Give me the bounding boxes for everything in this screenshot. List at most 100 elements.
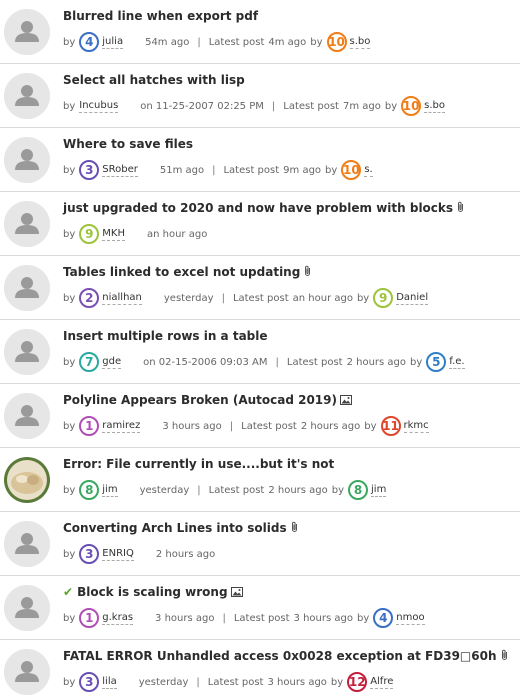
last-user-link[interactable]: f.e. [449, 356, 465, 369]
last-user-link[interactable]: s.bo [424, 100, 445, 113]
avatar[interactable] [4, 265, 50, 311]
by-label: by [310, 36, 323, 48]
topic-meta: by 3 SRober 51m ago | Latest post 9m ago by 10 s. [63, 159, 373, 181]
author-link[interactable]: julia [102, 36, 124, 49]
author-link[interactable]: lila [102, 676, 117, 689]
attachment-icon [291, 521, 297, 532]
default-avatar-icon [4, 393, 50, 439]
author-link[interactable]: g.kras [102, 612, 134, 625]
topic-title-text[interactable]: just upgraded to 2020 and now have probl… [63, 201, 453, 215]
avatar[interactable] [4, 393, 50, 439]
topic-title[interactable]: just upgraded to 2020 and now have probl… [63, 201, 465, 215]
latest-post-time[interactable]: 3 hours ago [267, 677, 326, 688]
topic-title[interactable]: Where to save files [63, 137, 193, 151]
separator: | [229, 420, 234, 432]
latest-post-time[interactable]: 2 hours ago [301, 421, 360, 432]
topic-title[interactable]: FATAL ERROR Unhandled access 0x0028 exce… [63, 649, 509, 663]
latest-post-time[interactable]: 4m ago [268, 37, 306, 48]
last-user-link[interactable]: jim [371, 484, 387, 497]
last-user-link[interactable]: s. [364, 164, 373, 177]
author-link[interactable]: MKH [102, 228, 125, 241]
topic-list: Blurred line when export pdf by 4 julia 5 4m … [0, 0, 520, 700]
topic-title-text[interactable]: Blurred line when export pdf [63, 9, 258, 23]
topic-row[interactable]: ✔ Block is scaling wrong by 1 g.kras 3 hours … [0, 576, 520, 640]
default-avatar-icon [4, 73, 50, 119]
posted-time: yesterday [139, 484, 190, 496]
topic-row[interactable]: Tables linked to excel not updating by 2 ni… [0, 256, 520, 320]
latest-post-time[interactable]: 3 hours ago [294, 613, 353, 624]
topic-row[interactable]: Converting Arch Lines into solids by 3 ENRI… [0, 512, 520, 576]
topic-row[interactable]: Insert multiple rows in a table by 7 gde on … [0, 320, 520, 384]
topic-title[interactable]: ✔ Block is scaling wrong [63, 585, 243, 599]
latest-post-time[interactable]: 2 hours ago [268, 485, 327, 496]
topic-title-text[interactable]: FATAL ERROR Unhandled access 0x0028 exce… [63, 649, 497, 663]
topic-row[interactable]: Where to save files by 3 SRober 51m ago | Late… [0, 128, 520, 192]
topic-title-text[interactable]: Block is scaling wrong [77, 585, 227, 599]
topic-title-text[interactable]: Where to save files [63, 137, 193, 151]
author-rank-badge: 3 [79, 672, 100, 692]
topic-title[interactable]: Tables linked to excel not updating [63, 265, 312, 279]
topic-row[interactable]: FATAL ERROR Unhandled access 0x0028 exce… [0, 640, 520, 700]
avatar[interactable] [4, 585, 50, 631]
last-user-rank-badge: 4 [373, 608, 394, 628]
author-link[interactable]: niallhan [102, 292, 142, 305]
author-link[interactable]: ENRIQ [102, 548, 134, 561]
by-label: by [325, 164, 338, 176]
topic-title[interactable]: Polyline Appears Broken (Autocad 2019) [63, 393, 352, 407]
topic-title[interactable]: Converting Arch Lines into solids [63, 521, 299, 535]
author-link[interactable]: Incubus [79, 100, 119, 113]
last-user-rank-badge: 5 [426, 352, 447, 372]
avatar[interactable] [4, 201, 50, 247]
topic-title-text[interactable]: Polyline Appears Broken (Autocad 2019) [63, 393, 337, 407]
by-label: by [384, 100, 398, 112]
by-label: by [63, 548, 76, 560]
latest-post-time[interactable]: 9m ago [283, 165, 321, 176]
topic-title-text[interactable]: Tables linked to excel not updating [63, 265, 300, 279]
attachment-icon [305, 265, 311, 276]
avatar[interactable] [4, 457, 50, 503]
posted-time: 3 hours ago [162, 420, 222, 432]
last-user-link[interactable]: s.bo [349, 36, 371, 49]
avatar[interactable] [4, 649, 50, 695]
image-icon [339, 395, 352, 405]
topic-title[interactable]: Select all hatches with lisp [63, 73, 245, 87]
topic-row[interactable]: Error: File currently in use....but it's… [0, 448, 520, 512]
last-user-link[interactable]: Alfre [370, 676, 394, 689]
topic-title-text[interactable]: Error: File currently in use....but it's… [63, 457, 334, 471]
author-link[interactable]: SRober [102, 164, 138, 177]
topic-title[interactable]: Error: File currently in use....but it's… [63, 457, 334, 471]
by-label: by [63, 356, 76, 368]
author-rank-badge: 8 [79, 480, 100, 500]
latest-post-label: Latest post [208, 36, 265, 48]
user-photo [4, 457, 50, 503]
avatar[interactable] [4, 521, 50, 567]
topic-title-text[interactable]: Select all hatches with lisp [63, 73, 245, 87]
last-user-link[interactable]: nmoo [396, 612, 425, 625]
topic-title-text[interactable]: Converting Arch Lines into solids [63, 521, 287, 535]
separator: | [221, 292, 225, 304]
topic-title-text[interactable]: Insert multiple rows in a table [63, 329, 268, 343]
author-link[interactable]: gde [102, 356, 122, 369]
topic-row[interactable]: Polyline Appears Broken (Autocad 2019) by… [0, 384, 520, 448]
topic-row[interactable]: Select all hatches with lisp by Incubus on … [0, 64, 520, 128]
latest-post-time[interactable]: 7m ago [343, 101, 381, 112]
by-label: by [63, 292, 76, 304]
topic-title[interactable]: Blurred line when export pdf [63, 9, 258, 23]
avatar[interactable] [4, 137, 50, 183]
default-avatar-icon [4, 137, 50, 183]
latest-post-time[interactable]: 2 hours ago [347, 357, 406, 368]
latest-post-time[interactable]: an hour ago [293, 293, 353, 304]
separator: | [197, 36, 201, 48]
last-user-link[interactable]: rkmc [403, 420, 429, 433]
avatar[interactable] [4, 73, 50, 119]
attachment-icon [501, 649, 507, 660]
topic-row[interactable]: just upgraded to 2020 and now have probl… [0, 192, 520, 256]
topic-row[interactable]: Blurred line when export pdf by 4 julia 54m … [0, 0, 520, 64]
author-link[interactable]: jim [102, 484, 118, 497]
avatar[interactable] [4, 9, 50, 55]
separator: | [222, 612, 226, 624]
avatar[interactable] [4, 329, 50, 375]
last-user-link[interactable]: Daniel [396, 292, 429, 305]
author-link[interactable]: ramirez [102, 420, 141, 433]
topic-title[interactable]: Insert multiple rows in a table [63, 329, 268, 343]
